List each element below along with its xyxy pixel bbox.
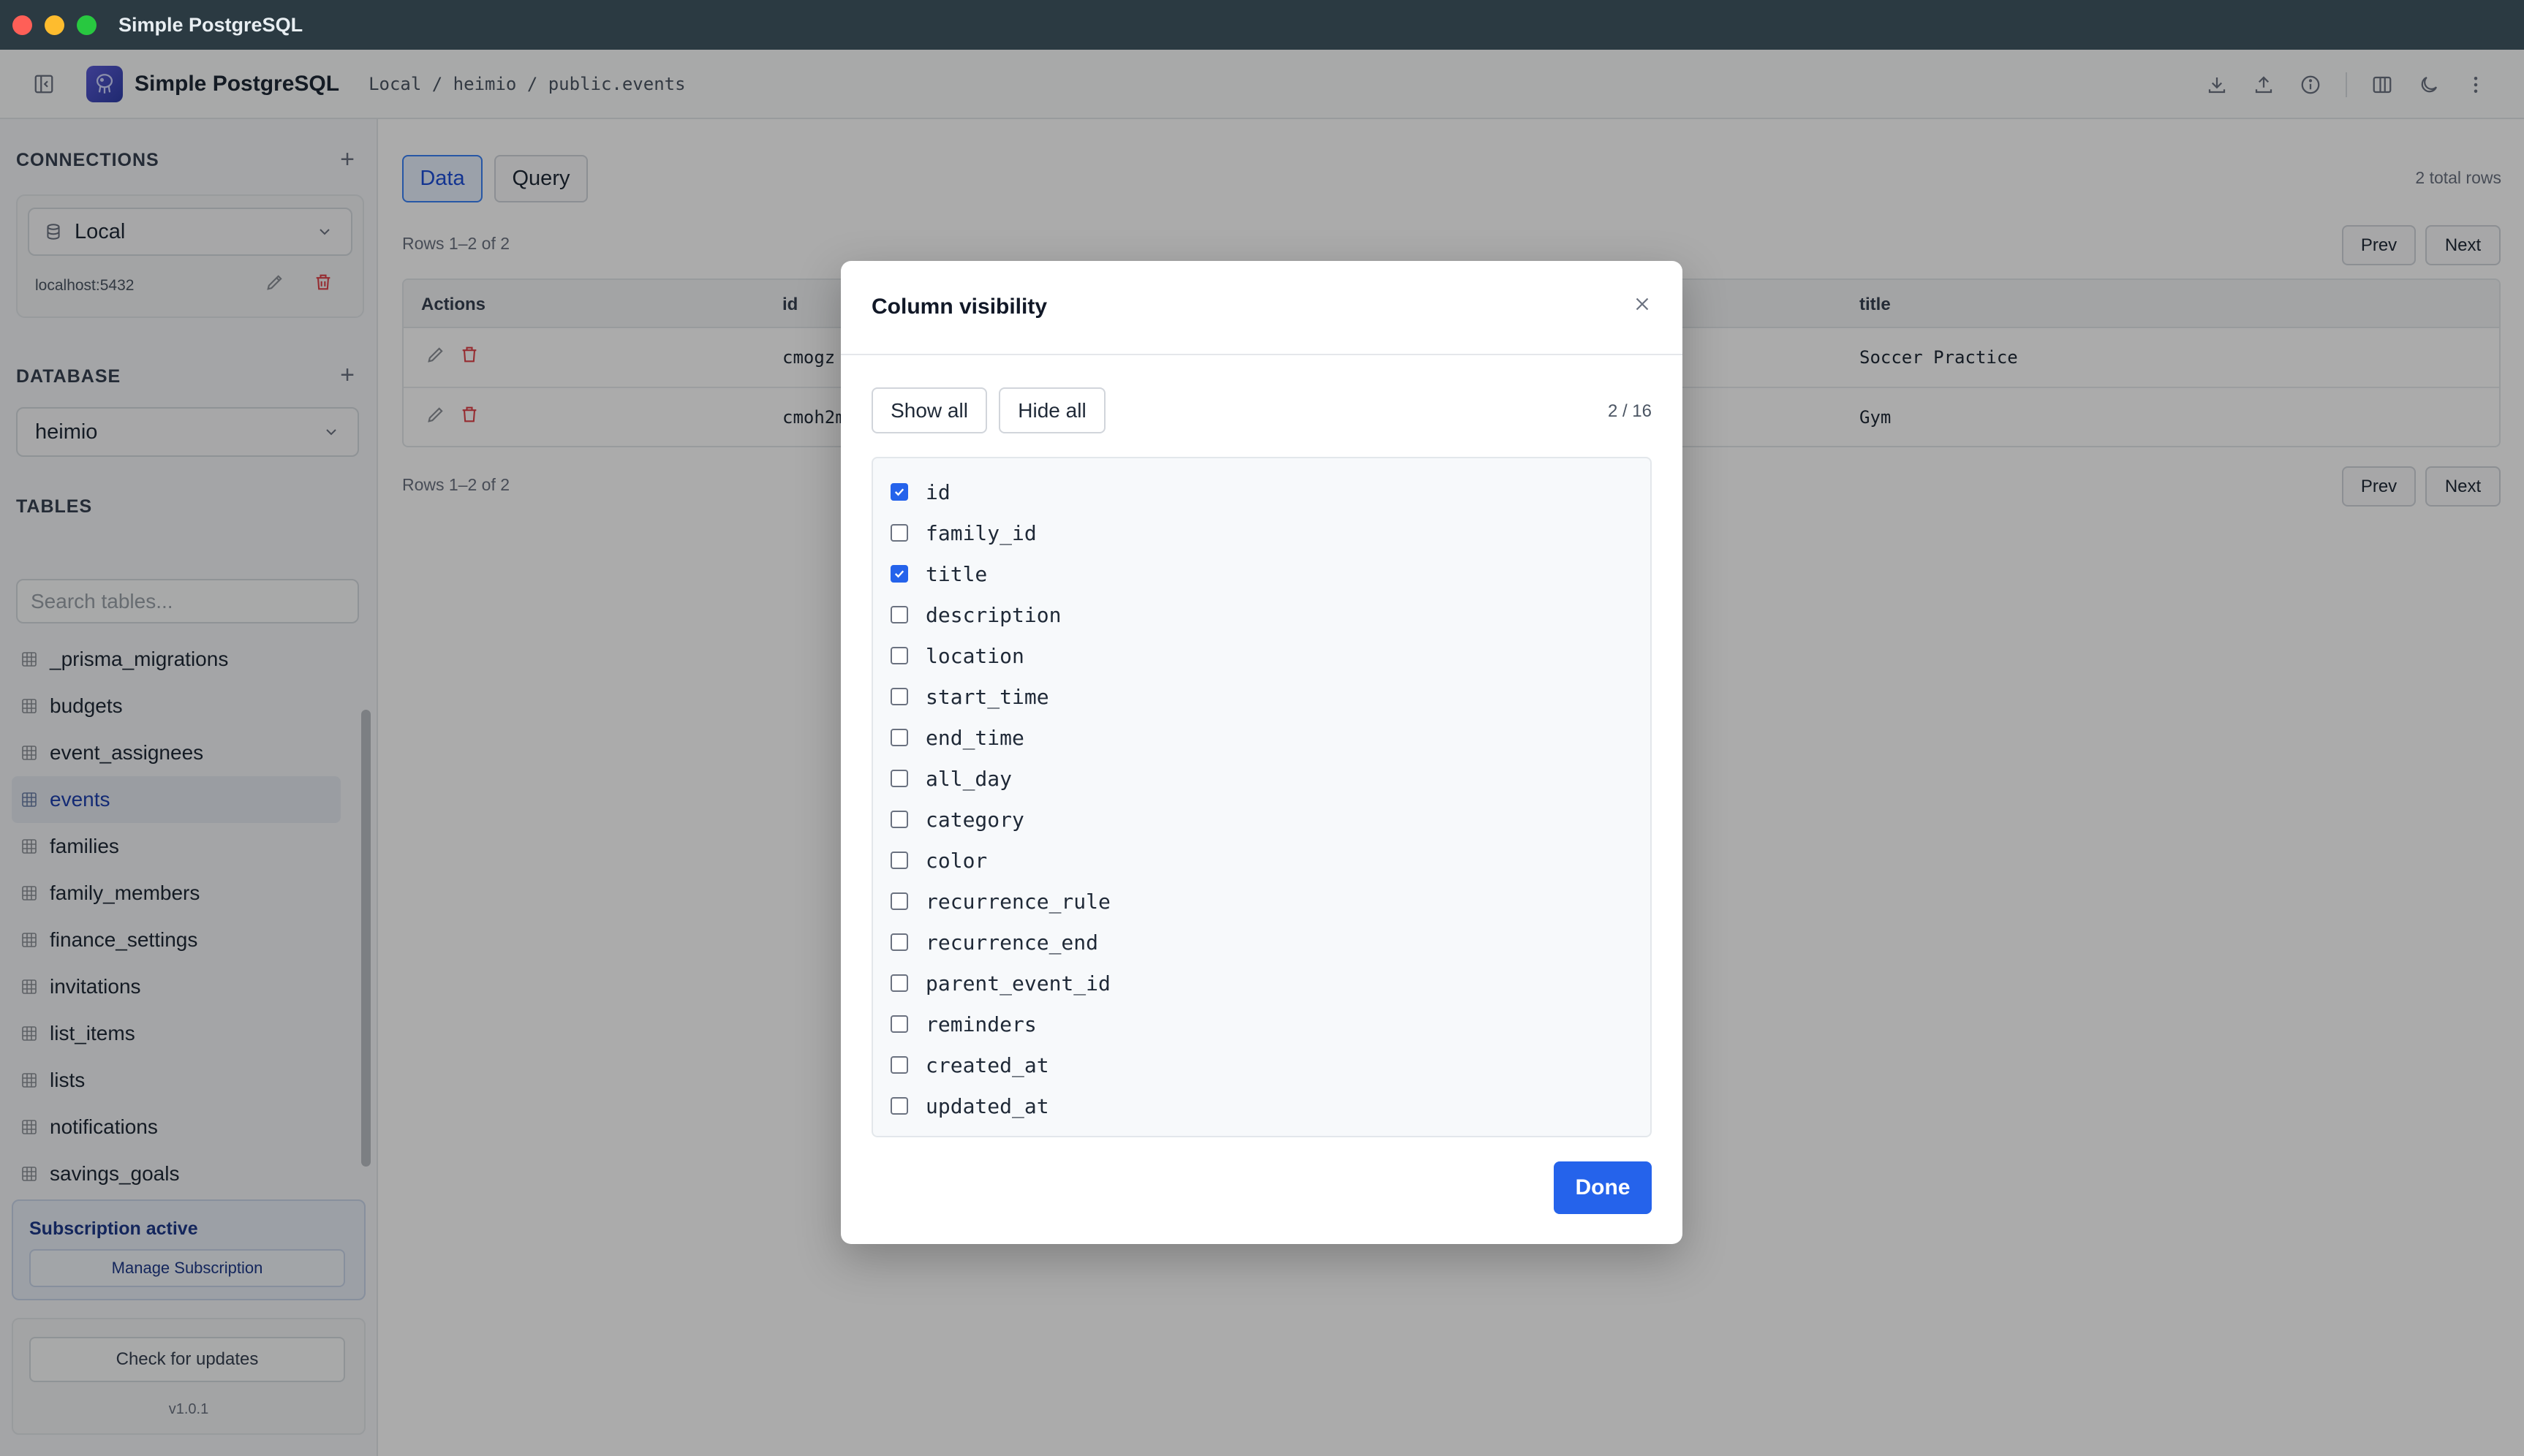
- column-visibility-dialog: Column visibility Show all Hide all 2 / …: [841, 261, 1682, 1244]
- checkbox-checked[interactable]: [891, 483, 908, 501]
- checkbox-unchecked[interactable]: [891, 688, 908, 705]
- column-toggle-item[interactable]: title: [873, 553, 1650, 594]
- column-name: parent_event_id: [926, 971, 1111, 996]
- column-toggle-item[interactable]: recurrence_end: [873, 922, 1650, 963]
- column-name: family_id: [926, 520, 1037, 545]
- checkbox-unchecked[interactable]: [891, 1097, 908, 1115]
- checkbox-unchecked[interactable]: [891, 852, 908, 869]
- checkbox-unchecked[interactable]: [891, 892, 908, 910]
- column-toggle-item[interactable]: parent_event_id: [873, 963, 1650, 1004]
- column-name: end_time: [926, 725, 1024, 750]
- window-controls: [12, 15, 97, 35]
- column-toggle-item[interactable]: created_at: [873, 1044, 1650, 1085]
- close-window-button[interactable]: [12, 15, 32, 35]
- visible-columns-counter: 2 / 16: [1607, 401, 1652, 421]
- column-checkbox-list: id family_idtitle description location start…: [872, 457, 1652, 1137]
- column-name: title: [926, 561, 988, 586]
- column-name: color: [926, 848, 988, 873]
- column-name: all_day: [926, 766, 1013, 791]
- column-name: recurrence_rule: [926, 889, 1111, 914]
- maximize-window-button[interactable]: [77, 15, 97, 35]
- checkbox-unchecked[interactable]: [891, 606, 908, 623]
- window-titlebar: Simple PostgreSQL: [0, 0, 2524, 50]
- column-name: start_time: [926, 684, 1049, 709]
- dialog-divider: [841, 354, 1682, 355]
- column-name: reminders: [926, 1012, 1037, 1036]
- checkbox-unchecked[interactable]: [891, 524, 908, 542]
- checkbox-unchecked[interactable]: [891, 974, 908, 992]
- column-name: location: [926, 643, 1024, 668]
- close-icon[interactable]: [1631, 293, 1653, 315]
- column-toggle-item[interactable]: category: [873, 799, 1650, 840]
- window-title: Simple PostgreSQL: [118, 13, 303, 36]
- column-toggle-item[interactable]: description: [873, 594, 1650, 635]
- column-toggle-item[interactable]: start_time: [873, 676, 1650, 717]
- column-toggle-item[interactable]: recurrence_rule: [873, 881, 1650, 922]
- column-toggle-item[interactable]: location: [873, 635, 1650, 676]
- column-name: updated_at: [926, 1093, 1049, 1118]
- dialog-title: Column visibility: [872, 295, 1048, 319]
- checkbox-unchecked[interactable]: [891, 1056, 908, 1074]
- column-name: category: [926, 807, 1024, 832]
- column-toggle-item[interactable]: all_day: [873, 758, 1650, 799]
- column-toggle-item[interactable]: id: [873, 471, 1650, 512]
- column-toggle-item[interactable]: family_id: [873, 512, 1650, 553]
- done-button[interactable]: Done: [1554, 1161, 1652, 1214]
- column-toggle-item[interactable]: updated_at: [873, 1085, 1650, 1126]
- checkbox-unchecked[interactable]: [891, 933, 908, 951]
- column-toggle-item[interactable]: color: [873, 840, 1650, 881]
- column-name: recurrence_end: [926, 930, 1099, 955]
- column-toggle-item[interactable]: end_time: [873, 717, 1650, 758]
- checkbox-unchecked[interactable]: [891, 729, 908, 746]
- checkbox-unchecked[interactable]: [891, 770, 908, 787]
- checkbox-checked[interactable]: [891, 565, 908, 583]
- show-all-button[interactable]: Show all: [872, 387, 987, 433]
- checkbox-unchecked[interactable]: [891, 1015, 908, 1033]
- column-name: description: [926, 602, 1062, 627]
- column-name: id: [926, 479, 951, 504]
- column-toggle-item[interactable]: reminders: [873, 1004, 1650, 1044]
- checkbox-unchecked[interactable]: [891, 811, 908, 828]
- column-name: created_at: [926, 1053, 1049, 1077]
- hide-all-button[interactable]: Hide all: [999, 387, 1106, 433]
- minimize-window-button[interactable]: [45, 15, 64, 35]
- checkbox-unchecked[interactable]: [891, 647, 908, 664]
